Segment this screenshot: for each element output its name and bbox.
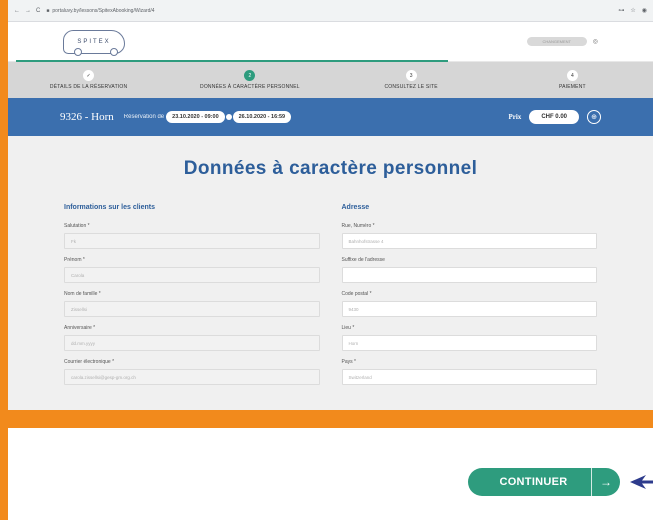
- step-number: 3: [405, 70, 417, 81]
- salutation-label: Salutation *: [64, 223, 90, 229]
- step-label: DONNÉES À CARACTÈRE PERSONNEL: [200, 84, 300, 90]
- reload-icon[interactable]: C: [36, 8, 40, 14]
- footer-panel: CONTINUER →: [8, 428, 653, 520]
- clients-column: Informations sur les clients Salutation …: [64, 204, 320, 393]
- logo-wheel-icon: [74, 47, 82, 56]
- star-icon[interactable]: ☆: [630, 7, 635, 14]
- reservation-label: Réservation de: [123, 114, 165, 120]
- birthday-field[interactable]: dd.mm.yyyy: [64, 335, 320, 351]
- page-title: Données à caractère personnel: [183, 158, 478, 179]
- back-icon[interactable]: ←: [14, 8, 20, 14]
- profile-icon[interactable]: ◉: [642, 7, 647, 14]
- address-suffix-field[interactable]: [341, 267, 597, 283]
- step-label: PAIEMENT: [558, 84, 586, 90]
- step-number: 4: [566, 70, 578, 81]
- logo-wheel-icon: [110, 47, 118, 56]
- city-field[interactable]: Horn: [341, 335, 597, 351]
- site-header: SPITEX CHANGEMENT ◎: [8, 22, 653, 62]
- step-label: DÉTAILS DE LA RÉSERVATION: [49, 84, 128, 90]
- email-label: Courrier électronique *: [64, 359, 115, 365]
- email-field[interactable]: carola.zissellsi@gesp-gm.org.ch: [64, 369, 320, 385]
- booking-id: 9326 - Horn: [60, 111, 114, 123]
- arrow-right-icon: →: [600, 475, 612, 489]
- language-button[interactable]: CHANGEMENT: [526, 37, 587, 46]
- progress-line: [16, 60, 448, 62]
- city-label: Lieu *: [341, 325, 355, 331]
- check-icon: ✓: [83, 70, 95, 81]
- continue-label: CONTINUER: [499, 476, 568, 488]
- browser-actions: ⊶ ☆ ◉: [618, 7, 647, 14]
- step-booking-details[interactable]: ✓ DÉTAILS DE LA RÉSERVATION: [8, 62, 169, 98]
- user-icon[interactable]: ◎: [593, 38, 598, 45]
- last-name-field[interactable]: Zissellsi: [64, 301, 320, 317]
- street-field[interactable]: Bahnhofstrasse 4: [341, 233, 597, 249]
- address-heading: Adresse: [341, 204, 370, 211]
- browser-toolbar: ← → C ■ portaluvy.by/lessons/SpitexAbook…: [8, 0, 653, 22]
- step-personal-data[interactable]: 2 DONNÉES À CARACTÈRE PERSONNEL: [169, 62, 330, 98]
- cart-icon[interactable]: ⊕: [587, 110, 601, 124]
- continue-button[interactable]: CONTINUER →: [468, 468, 620, 496]
- salutation-field[interactable]: Fk: [64, 233, 320, 249]
- wizard-steps: ✓ DÉTAILS DE LA RÉSERVATION 2 DONNÉES À …: [8, 62, 653, 98]
- postal-code-field[interactable]: 9430: [341, 301, 597, 317]
- step-review[interactable]: 3 CONSULTEZ LE SITE: [331, 62, 492, 98]
- first-name-field[interactable]: Carola: [64, 267, 320, 283]
- address-suffix-label: Suffixe de l'adresse: [341, 257, 385, 263]
- lock-icon: ■: [46, 7, 50, 14]
- street-label: Rue, Numéro *: [341, 223, 375, 229]
- logo-text: SPITEX: [77, 38, 111, 45]
- last-name-label: Nom de famille *: [64, 291, 101, 297]
- pointer-arrow-icon: [630, 475, 653, 489]
- country-label: Pays *: [341, 359, 356, 365]
- clients-heading: Informations sur les clients: [64, 204, 156, 211]
- step-payment[interactable]: 4 PAIEMENT: [492, 62, 653, 98]
- booking-bar: 9326 - Horn Réservation de 23.10.2020 - …: [8, 98, 653, 136]
- price-value: CHF 0.00: [529, 110, 579, 124]
- step-number: 2: [244, 70, 256, 81]
- continue-divider: [591, 468, 592, 496]
- first-name-label: Prénom *: [64, 257, 85, 263]
- address-column: Adresse Rue, Numéro * Bahnhofstrasse 4 S…: [341, 204, 597, 393]
- date-separator-icon: [225, 114, 232, 120]
- date-from: 23.10.2020 - 09:00: [166, 111, 225, 123]
- postal-code-label: Code postal *: [341, 291, 372, 297]
- browser-window: ← → C ■ portaluvy.by/lessons/SpitexAbook…: [8, 0, 653, 410]
- form-section: Données à caractère personnel Informatio…: [8, 136, 653, 410]
- url-bar[interactable]: portaluvy.by/lessons/SpitexAbooking/Wiza…: [52, 8, 618, 14]
- date-to: 26.10.2020 - 16:59: [232, 111, 292, 123]
- browser-nav: ← → C: [14, 8, 40, 14]
- key-icon[interactable]: ⊶: [618, 7, 624, 14]
- price-label: Prix: [508, 113, 522, 121]
- forward-icon[interactable]: →: [25, 8, 31, 14]
- step-label: CONSULTEZ LE SITE: [384, 84, 438, 90]
- spitex-logo[interactable]: SPITEX: [63, 29, 125, 56]
- header-actions: CHANGEMENT ◎: [526, 37, 598, 46]
- country-field[interactable]: Switzerland: [341, 369, 597, 385]
- birthday-label: Anniversaire *: [64, 325, 96, 331]
